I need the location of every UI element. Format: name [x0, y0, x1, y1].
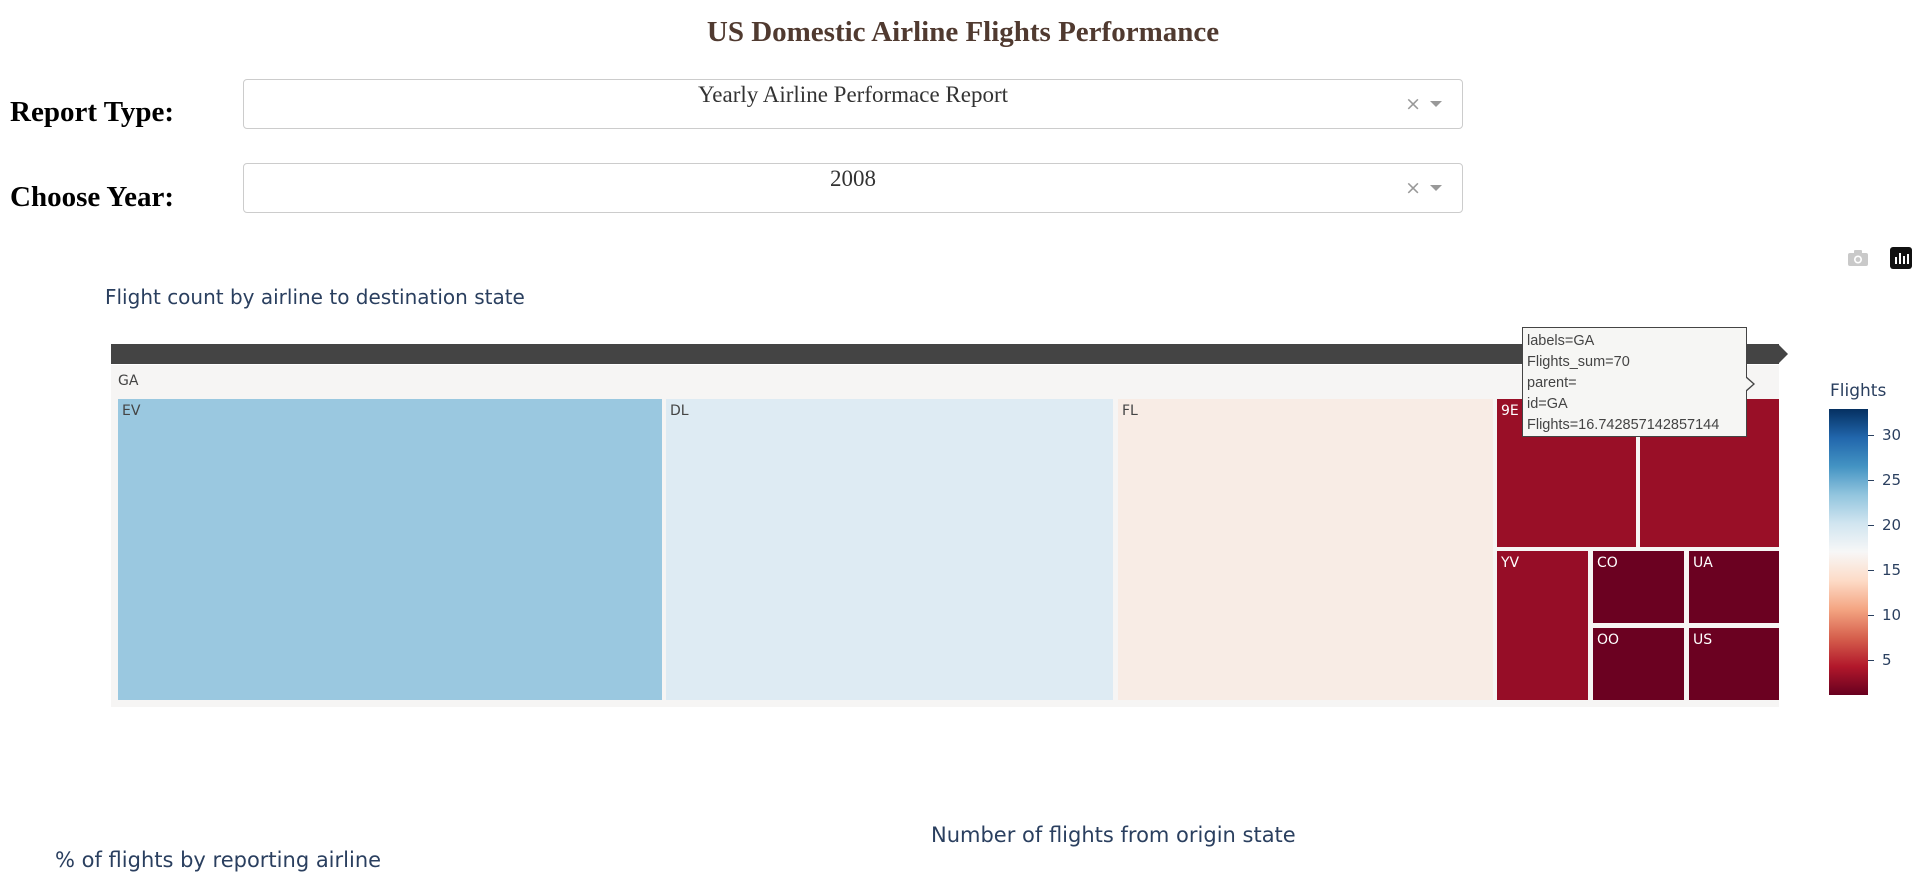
tooltip-line: id=GA: [1527, 396, 1568, 412]
colorbar-tick-mark: [1868, 525, 1874, 526]
colorbar-tick-label: 20: [1882, 516, 1902, 534]
chevron-down-icon[interactable]: [1430, 185, 1442, 191]
report-type-value: Yearly Airline Performace Report: [698, 82, 1008, 107]
treemap-cell[interactable]: CO: [1593, 551, 1684, 623]
pathbar-arrow: [1778, 344, 1788, 364]
tooltip-line: labels=GA: [1527, 333, 1595, 349]
treemap-root-label: GA: [118, 373, 139, 389]
clear-icon[interactable]: ×: [1405, 93, 1421, 115]
clear-icon[interactable]: ×: [1405, 177, 1421, 199]
colorbar-tick-label: 30: [1882, 426, 1902, 444]
plotly-logo-icon[interactable]: [1890, 247, 1912, 269]
tooltip-line: Flights=16.742857142857144: [1527, 417, 1720, 433]
report-type-label: Report Type:: [10, 96, 175, 128]
colorbar-tick-mark: [1868, 480, 1874, 481]
colorbar-tick-label: 15: [1882, 561, 1902, 579]
treemap-cell-label: UA: [1693, 555, 1713, 571]
tooltip-line: Flights_sum=70: [1527, 354, 1630, 370]
treemap-title: Flight count by airline to destination s…: [105, 285, 525, 309]
treemap-cell-label: DL: [670, 403, 689, 419]
colorbar-tick-mark: [1868, 570, 1874, 571]
tooltip-pointer-fill: [1745, 377, 1753, 391]
choose-year-label: Choose Year:: [10, 181, 175, 213]
treemap-cell[interactable]: FL: [1118, 399, 1493, 700]
treemap-cell-label: EV: [122, 403, 141, 419]
airline-percentage-chart-title: % of flights by reporting airline: [55, 848, 382, 872]
colorbar-tick-label: 5: [1882, 651, 1892, 669]
treemap-cell[interactable]: OO: [1593, 628, 1684, 700]
tooltip-line: parent=: [1527, 375, 1577, 391]
colorbar-tick-mark: [1868, 660, 1874, 661]
year-dropdown[interactable]: 2008 ×: [243, 163, 1463, 213]
page-title: US Domestic Airline Flights Performance: [706, 16, 1220, 48]
colorbar-tick-label: 25: [1882, 471, 1902, 489]
origin-state-chart-title: Number of flights from origin state: [931, 823, 1296, 847]
treemap-cell-label: OO: [1597, 632, 1620, 648]
colorbar: [1829, 409, 1868, 695]
year-value: 2008: [830, 166, 876, 191]
colorbar-tick-mark: [1868, 435, 1874, 436]
treemap-cell[interactable]: UA: [1689, 551, 1779, 623]
report-type-dropdown[interactable]: Yearly Airline Performace Report ×: [243, 79, 1463, 129]
colorbar-tick-mark: [1868, 615, 1874, 616]
treemap-cell[interactable]: YV: [1497, 551, 1588, 700]
chevron-down-icon[interactable]: [1430, 101, 1442, 107]
treemap-cell-label: CO: [1597, 555, 1618, 571]
hover-tooltip: labels=GA Flights_sum=70 parent= id=GA F…: [1522, 327, 1747, 437]
treemap-cell-label: YV: [1501, 555, 1520, 571]
treemap-cell-label: FL: [1122, 403, 1138, 419]
treemap-cell-label: 9E: [1501, 403, 1519, 419]
treemap-cell[interactable]: EV: [118, 399, 662, 700]
treemap-cell[interactable]: US: [1689, 628, 1779, 700]
colorbar-tick-label: 10: [1882, 606, 1902, 624]
treemap-cell-label: US: [1693, 632, 1713, 648]
treemap-cell[interactable]: DL: [666, 399, 1113, 700]
camera-icon[interactable]: [1847, 249, 1869, 267]
colorbar-title: Flights: [1830, 381, 1887, 401]
